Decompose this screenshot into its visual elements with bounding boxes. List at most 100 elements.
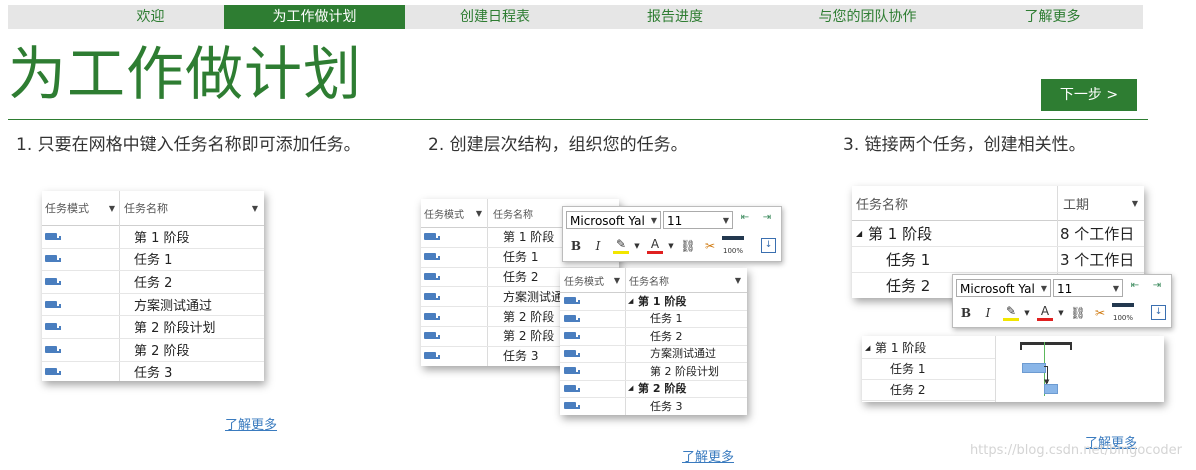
table-row[interactable]: ◢ 第 2 阶段 (560, 380, 747, 398)
task-name[interactable]: 任务 3 (650, 397, 683, 415)
table-row[interactable]: 任务 2 (862, 379, 995, 401)
task-name[interactable]: 第 1 阶段 (134, 225, 190, 248)
task-duration[interactable]: 8 个工作日 (1060, 220, 1134, 246)
task-name[interactable]: 任务 1 (134, 248, 172, 271)
task-name[interactable]: 任务 2 (886, 272, 930, 298)
task-name[interactable]: 任务 1 (503, 247, 538, 267)
table-row[interactable]: ◢ 第 1 阶段 (862, 337, 995, 359)
italic-button[interactable]: I (590, 238, 606, 254)
nav-item-report-progress[interactable]: 报告进度 (585, 5, 765, 29)
table-row[interactable]: ◢ 第 1 阶段 8 个工作日 (852, 220, 1144, 247)
collapse-triangle-icon[interactable]: ◢ (856, 220, 862, 246)
collapse-triangle-icon[interactable]: ◢ (628, 380, 633, 398)
task-name[interactable]: 第 1 阶段 (503, 227, 554, 247)
task-name[interactable]: 任务 1 (886, 246, 930, 272)
collapse-triangle-icon[interactable]: ◢ (865, 337, 870, 358)
header-task-mode[interactable]: 任务模式 ▼ (45, 191, 119, 225)
outdent-icon[interactable]: ⇤ (1127, 278, 1143, 294)
table-row[interactable]: 方案测试通过 (42, 293, 264, 317)
table-row[interactable]: 方案测试通过 (560, 345, 747, 363)
table-row[interactable]: 任务 2 (560, 327, 747, 346)
percent-complete-icon[interactable]: 100% (1112, 303, 1134, 322)
task-name[interactable]: 任务 1 (890, 358, 925, 379)
task-name[interactable]: 第 1 阶段 (638, 292, 686, 310)
font-family-select[interactable]: Microsoft Yal ▼ (566, 211, 661, 229)
header-task-name[interactable]: 任务名称 ▼ (124, 191, 262, 225)
table-row[interactable]: 任务 1 (862, 358, 995, 380)
task-name[interactable]: 第 2 阶段 (638, 380, 686, 398)
chevron-down-icon[interactable]: ▼ (1053, 305, 1069, 321)
indent-icon[interactable]: ⇥ (1149, 278, 1165, 294)
scroll-to-task-icon[interactable]: ↓ (1151, 305, 1166, 320)
learn-more-link-2[interactable]: 了解更多 (682, 446, 734, 465)
italic-button[interactable]: I (980, 305, 996, 321)
table-row[interactable]: 第 1 阶段 (42, 225, 264, 249)
nav-item-plan-work[interactable]: 为工作做计划 (224, 5, 405, 29)
header-task-mode[interactable]: 任务模式 ▼ (424, 199, 486, 227)
learn-more-link-1[interactable]: 了解更多 (225, 414, 277, 433)
header-task-name[interactable]: 任务名称 ▼ (629, 268, 745, 292)
header-duration[interactable]: 工期 ▼ (1063, 186, 1142, 220)
percent-complete-icon[interactable]: 100% (722, 236, 744, 255)
table-row[interactable]: 第 2 阶段计划 (560, 362, 747, 381)
task-name[interactable]: 任务 2 (134, 270, 172, 293)
task-name[interactable]: 方案测试通 (503, 286, 563, 306)
nav-item-create-schedule[interactable]: 创建日程表 (405, 5, 585, 29)
task-name[interactable]: 第 2 阶段 (503, 306, 554, 326)
task-name[interactable]: 第 2 阶段计划 (134, 315, 216, 338)
gantt-bar-task-2[interactable] (1044, 384, 1058, 394)
font-size-select[interactable]: 11 ▼ (1053, 279, 1123, 297)
font-color-button[interactable]: A (647, 238, 663, 254)
table-row[interactable]: 任务 1 (42, 248, 264, 272)
collapse-triangle-icon[interactable]: ◢ (628, 292, 633, 310)
table-row[interactable]: 任务 3 (560, 397, 747, 415)
task-name[interactable]: 方案测试通过 (134, 293, 212, 316)
nav-item-welcome[interactable]: 欢迎 (78, 5, 223, 29)
font-size-select[interactable]: 11 ▼ (663, 211, 733, 229)
bold-button[interactable]: B (958, 305, 974, 321)
chevron-down-icon[interactable]: ▼ (663, 238, 679, 254)
step-3-text: 3. 链接两个任务，创建相关性。 (843, 135, 1086, 155)
bold-button[interactable]: B (568, 238, 584, 254)
table-row[interactable]: ◢ 第 1 阶段 (560, 292, 747, 311)
outdent-icon[interactable]: ⇤ (737, 210, 753, 226)
task-name[interactable]: 任务 2 (503, 267, 538, 287)
chevron-down-icon[interactable]: ▼ (1019, 305, 1035, 321)
task-name[interactable]: 方案测试通过 (650, 345, 716, 363)
header-task-name[interactable]: 任务名称 (856, 186, 1054, 220)
table-row[interactable]: 任务 2 (42, 270, 264, 294)
header-task-mode[interactable]: 任务模式 ▼ (564, 268, 624, 292)
table-row[interactable]: 第 2 阶段计划 (42, 315, 264, 339)
link-icon[interactable]: ⛓ (680, 238, 696, 254)
link-icon[interactable]: ⛓ (1070, 305, 1086, 321)
table-row[interactable]: 第 2 阶段 (42, 338, 264, 362)
nav-item-learn-more[interactable]: 了解更多 (970, 5, 1135, 29)
gantt-bar-task-1[interactable] (1022, 363, 1046, 373)
unlink-icon[interactable]: ✂ (702, 238, 718, 254)
task-name[interactable]: 任务 2 (650, 327, 683, 345)
task-name[interactable]: 任务 3 (134, 361, 172, 381)
table-row[interactable]: 任务 1 (560, 310, 747, 328)
highlight-icon[interactable]: ✎ (1003, 305, 1019, 321)
nav-item-team-collab[interactable]: 与您的团队协作 (765, 5, 970, 29)
task-name[interactable]: 第 2 阶段 (134, 338, 190, 361)
task-name[interactable]: 任务 3 (503, 346, 538, 366)
font-color-button[interactable]: A (1037, 305, 1053, 321)
summary-task-bar[interactable] (1020, 342, 1072, 350)
task-name[interactable]: 第 2 阶段 (503, 326, 554, 346)
table-row[interactable]: 任务 3 (42, 361, 264, 381)
scroll-to-task-icon[interactable]: ↓ (761, 238, 776, 253)
chevron-down-icon[interactable]: ▼ (629, 238, 645, 254)
unlink-icon[interactable]: ✂ (1092, 305, 1108, 321)
next-button[interactable]: 下一步 > (1041, 79, 1137, 111)
table-row[interactable]: 任务 1 3 个工作日 (852, 246, 1144, 273)
task-name[interactable]: 任务 1 (650, 310, 683, 328)
task-duration[interactable]: 3 个工作日 (1060, 246, 1134, 272)
task-name[interactable]: 第 2 阶段计划 (650, 362, 719, 380)
highlight-icon[interactable]: ✎ (613, 238, 629, 254)
indent-icon[interactable]: ⇥ (759, 210, 775, 226)
task-name[interactable]: 第 1 阶段 (868, 220, 932, 246)
task-name[interactable]: 第 1 阶段 (875, 337, 926, 358)
task-name[interactable]: 任务 2 (890, 379, 925, 400)
font-family-select[interactable]: Microsoft Yal ▼ (956, 279, 1051, 297)
